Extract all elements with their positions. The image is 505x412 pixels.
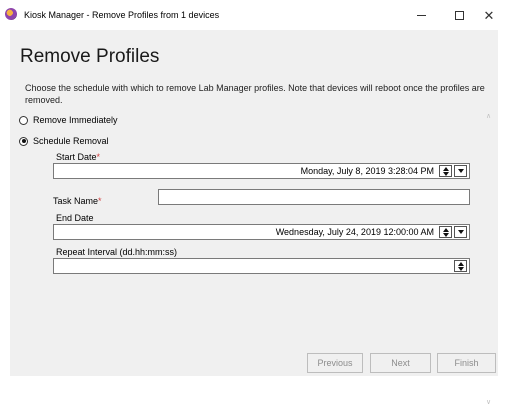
task-name-label: Task Name* — [53, 196, 102, 206]
start-date-picker[interactable]: Monday, July 8, 2019 3:28:04 PM — [53, 163, 470, 179]
end-date-picker[interactable]: Wednesday, July 24, 2019 12:00:00 AM — [53, 224, 470, 240]
spin-up-icon — [442, 227, 449, 232]
task-name-label-text: Task Name — [53, 196, 99, 206]
end-date-value: Wednesday, July 24, 2019 12:00:00 AM — [275, 227, 434, 237]
spin-up-icon — [457, 261, 464, 266]
repeat-interval-spin-button[interactable] — [454, 260, 467, 272]
remove-immediately-label: Remove Immediately — [33, 115, 118, 125]
start-date-required-mark: * — [96, 152, 101, 162]
task-name-input[interactable] — [158, 189, 470, 205]
spin-down-icon — [442, 232, 449, 237]
previous-button[interactable]: Previous — [307, 353, 363, 373]
start-date-value: Monday, July 8, 2019 3:28:04 PM — [300, 166, 434, 176]
schedule-removal-label: Schedule Removal — [33, 136, 109, 146]
scroll-down-icon[interactable]: ∨ — [486, 398, 491, 406]
remove-immediately-option[interactable]: Remove Immediately — [19, 115, 118, 125]
next-button[interactable]: Next — [370, 353, 431, 373]
start-date-label: Start Date* — [56, 152, 100, 162]
minimize-button[interactable] — [402, 0, 440, 30]
schedule-removal-radio[interactable] — [19, 136, 28, 146]
schedule-removal-option[interactable]: Schedule Removal — [19, 136, 109, 146]
minimize-icon — [416, 14, 426, 16]
task-name-required-mark: * — [98, 196, 102, 206]
remove-immediately-radio[interactable] — [19, 115, 28, 125]
spin-up-icon — [442, 166, 449, 171]
page-description: Choose the schedule with which to remove… — [25, 83, 485, 105]
chevron-down-icon — [457, 230, 464, 234]
spin-down-icon — [442, 171, 449, 176]
start-date-label-text: Start Date — [56, 152, 97, 162]
close-button[interactable]: ✕ — [470, 0, 505, 30]
repeat-interval-label: Repeat Interval (dd.hh:mm:ss) — [56, 247, 178, 257]
window-title: Kiosk Manager - Remove Profiles from 1 d… — [24, 10, 220, 20]
page-title: Remove Profiles — [20, 46, 160, 67]
start-date-dropdown-button[interactable] — [454, 165, 467, 177]
repeat-interval-input[interactable] — [53, 258, 470, 274]
wizard-content-panel: Remove Profiles Choose the schedule with… — [10, 30, 498, 406]
start-date-spin-button[interactable] — [439, 165, 452, 177]
end-date-spin-button[interactable] — [439, 226, 452, 238]
end-date-dropdown-button[interactable] — [454, 226, 467, 238]
scroll-up-icon[interactable]: ∧ — [486, 112, 491, 120]
end-date-label: End Date — [56, 213, 94, 223]
chevron-down-icon — [457, 169, 464, 173]
spin-down-icon — [457, 266, 464, 271]
close-icon: ✕ — [483, 7, 495, 23]
kiosk-manager-app-icon — [5, 8, 17, 20]
finish-button[interactable]: Finish — [437, 353, 496, 373]
title-bar: Kiosk Manager - Remove Profiles from 1 d… — [0, 0, 505, 30]
maximize-icon — [454, 10, 464, 20]
